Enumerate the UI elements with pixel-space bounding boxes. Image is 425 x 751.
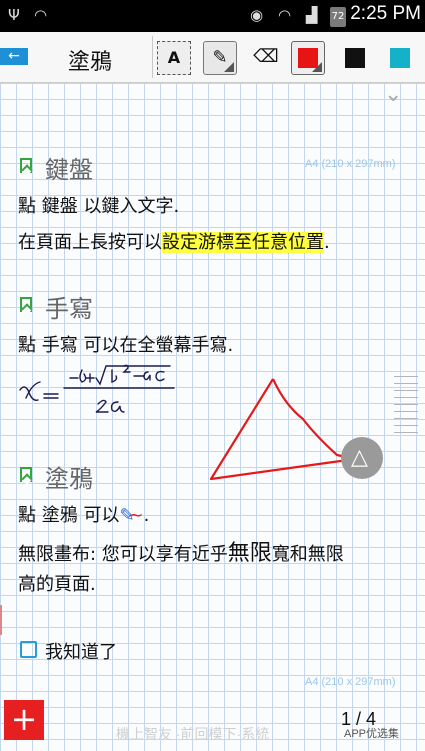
- text-line: 點 塗鴉 可以✎~.: [18, 505, 150, 526]
- tool-palette: A ✎ ⌫: [152, 36, 425, 78]
- text-line: 高的頁面.: [18, 574, 96, 595]
- bookmark-icon: [20, 467, 32, 482]
- page-title: 塗鴉: [68, 50, 113, 75]
- text-line: 點 手寫 可以在全螢幕手寫.: [18, 335, 234, 356]
- acknowledge-checkbox[interactable]: [20, 641, 37, 658]
- red-triangle-drawing: [209, 378, 357, 481]
- text-line: 在頁面上長按可以設定游標至任意位置.: [18, 232, 330, 253]
- clock: 2:25 PM: [350, 3, 421, 24]
- text-line: 無限畫布: 您可以享有近乎無限寬和無限: [18, 541, 344, 566]
- usb-icon: Ψ: [8, 6, 20, 24]
- battery-indicator: 72: [330, 7, 346, 27]
- page-size-label: A4 (210 x 297mm): [305, 158, 396, 170]
- highlighted-text: 設定游標至任意位置: [162, 232, 324, 253]
- color-cyan-button[interactable]: [384, 41, 418, 75]
- text-tool-button[interactable]: A: [157, 41, 191, 75]
- text-line: 點 鍵盤 以鍵入文字.: [18, 196, 180, 217]
- chevron-down-icon[interactable]: ⌄: [384, 82, 402, 107]
- checkbox-label: 我知道了: [45, 642, 117, 663]
- eraser-icon[interactable]: ⌫: [249, 41, 283, 75]
- bookmark-icon: [20, 297, 32, 312]
- section-heading-handwriting: 手寫: [45, 295, 93, 323]
- section-heading-keyboard: 鍵盤: [45, 156, 93, 184]
- status-bar: Ψ ◠ ◉ ◠ ▟ 72 2:25 PM: [0, 0, 425, 32]
- pen-icon[interactable]: ✎: [203, 41, 237, 75]
- watermark: 機上智友 ·前回模下·系統: [116, 726, 270, 742]
- wifi-icon: ◠: [34, 6, 48, 24]
- section-heading-doodle: 塗鴉: [45, 465, 93, 493]
- plus-icon[interactable]: +: [4, 700, 44, 740]
- bookmark-icon: [20, 158, 32, 173]
- wifi-icon: ◠: [278, 6, 292, 24]
- color-black-button[interactable]: [339, 41, 373, 75]
- signal-icon: ▟: [306, 6, 318, 24]
- watermark: APP优选集: [344, 728, 400, 740]
- color-red-button[interactable]: [291, 41, 325, 75]
- draw-mode-icon[interactable]: △: [341, 437, 383, 479]
- handwritten-formula: [19, 364, 175, 413]
- eye-icon: ◉: [250, 6, 264, 24]
- toolbar: ← 塗鴉 A ✎ ⌫: [0, 32, 425, 83]
- page-size-label: A4 (210 x 297mm): [305, 676, 396, 688]
- scroll-handle[interactable]: [394, 376, 418, 439]
- margin-marker: [0, 605, 2, 635]
- back-arrow-icon[interactable]: ←: [0, 48, 28, 65]
